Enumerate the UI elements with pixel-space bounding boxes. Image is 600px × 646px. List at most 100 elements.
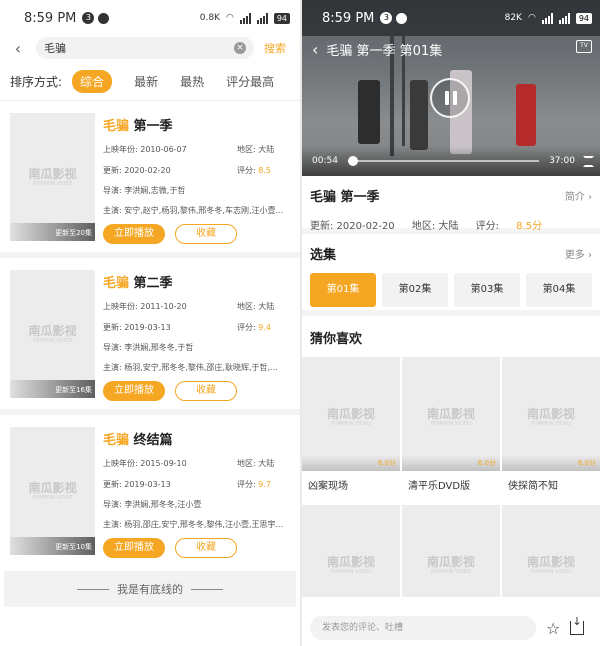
episode-button-3[interactable]: 第03集 [454,273,520,307]
search-input[interactable] [44,41,234,55]
more-episodes-link[interactable]: 更多 › [565,246,592,261]
notification-badge: 3 [82,12,95,24]
video-info: 毛骗 第一季 简介 › 更新: 2020-02-20 地区: 大陆 评分: 8.… [302,176,600,234]
watermark-logo: 南瓜影视 [326,555,375,569]
poster[interactable]: 南瓜影视 PUMPKIN VIDEO 更新至10集 [10,427,95,555]
episode-button-1[interactable]: 第01集 [310,273,376,307]
release-year: 上映年份: 2010-06-07 [103,145,187,154]
recommendation-item[interactable]: 南瓜影视 PUMPKIN VIDEO [402,505,500,597]
watermark-logo: 南瓜影视 [28,167,77,181]
recommendation-grid: 南瓜影视 PUMPKIN VIDEO 6.0分 凶案现场 南瓜影视 PUMPKI… [302,357,600,597]
video-figure [516,84,536,146]
watermark-logo-en: PUMPKIN VIDEO [32,338,73,344]
video-player[interactable]: 8:59 PM 3 82K ◠ 94 ‹ 毛骗 第一季 第01集 TV 00:5… [302,0,600,176]
poster[interactable]: 南瓜影视 PUMPKIN VIDEO 更新至16集 [10,270,95,398]
battery-icon: 94 [575,12,592,24]
recommendations: 猜你喜欢 南瓜影视 PUMPKIN VIDEO 6.0分 凶案现场 南瓜影视 P… [302,316,600,597]
recommendations-title: 猜你喜欢 [310,332,363,347]
sort-option-newest[interactable]: 最新 [134,73,158,90]
release-year: 上映年份: 2015-09-10 [103,459,187,468]
status-time: 8:59 PM [24,10,77,26]
score-value: 9.4 [258,323,271,332]
watermark-logo: 南瓜影视 [28,481,77,495]
search-box[interactable]: × [36,37,254,59]
episode-list: 第01集 第02集 第03集 第04集 [310,273,592,307]
watermark-logo-en: PUMPKIN VIDEO [32,181,73,187]
watermark-logo: 南瓜影视 [28,324,77,338]
watermark-logo: 南瓜影视 [426,555,475,569]
watermark-logo: 南瓜影视 [326,407,375,421]
episode-button-4[interactable]: 第04集 [526,273,592,307]
search-results-panel: 8:59 PM 3 0.8K ◠ 94 ‹ × 搜索 排序方式: 综合 最新 最… [0,0,300,646]
recommendation-item[interactable]: 南瓜影视 PUMPKIN VIDEO [502,505,600,597]
result-card[interactable]: 南瓜影视 PUMPKIN VIDEO 更新至20集 毛骗 第一季 上映年份: 2… [0,101,300,258]
play-now-button[interactable]: 立即播放 [103,538,165,558]
result-card[interactable]: 南瓜影视 PUMPKIN VIDEO 更新至10集 毛骗 终结篇 上映年份: 2… [0,415,300,566]
result-title[interactable]: 毛骗 第二季 [103,272,290,291]
comment-bar: 发表您的评论、吐槽 ☆ [302,610,600,646]
status-time: 8:59 PM [322,10,375,26]
poster[interactable]: 南瓜影视 PUMPKIN VIDEO 6.0分 [302,357,400,471]
poster[interactable]: 南瓜影视 PUMPKIN VIDEO 6.0分 [502,357,600,471]
director: 导演: 李洪娴,邢冬冬,于哲 [103,343,194,352]
back-icon[interactable]: ‹ [312,40,318,59]
clear-icon[interactable]: × [234,42,246,54]
recommendation-item[interactable]: 南瓜影视 PUMPKIN VIDEO 6.0分 清平乐DVD版 [402,357,500,503]
recommendation-item[interactable]: 南瓜影视 PUMPKIN VIDEO 6.0分 侠探简不知 [502,357,600,503]
score-label: 评分: 8.5分 [475,221,543,232]
result-card[interactable]: 南瓜影视 PUMPKIN VIDEO 更新至16集 毛骗 第二季 上映年份: 2… [0,258,300,415]
cast-tv-icon[interactable]: TV [576,40,592,53]
recommendation-name: 侠探简不知 [508,481,558,492]
cast: 主演: 杨羽,安宁,邢冬冬,黎伟,邵庄,耿晓辉,于哲,... [103,363,278,372]
back-button[interactable]: ‹ [0,39,36,58]
favorite-button[interactable]: 收藏 [175,538,237,558]
sort-option-comprehensive[interactable]: 综合 [72,69,113,93]
score-label: 评分: 9.7 [237,480,271,489]
region: 地区: 大陆 [237,145,275,154]
poster[interactable]: 南瓜影视 PUMPKIN VIDEO 6.0分 [402,357,500,471]
watermark-logo-en: PUMPKIN VIDEO [331,569,371,575]
score-badge: 6.0分 [477,459,496,467]
episode-button-2[interactable]: 第02集 [382,273,448,307]
comment-input[interactable]: 发表您的评论、吐槽 [310,616,536,640]
recommendation-item[interactable]: 南瓜影视 PUMPKIN VIDEO [302,505,400,597]
poster[interactable]: 南瓜影视 PUMPKIN VIDEO [502,505,600,597]
video-figure [410,80,428,150]
current-time: 00:54 [312,156,338,166]
pause-button[interactable] [430,78,470,118]
progress-slider[interactable] [347,156,540,166]
download-icon[interactable] [570,615,585,635]
fullscreen-icon[interactable] [583,155,594,167]
result-info: 毛骗 第一季 上映年份: 2010-06-07 地区: 大陆 更新: 2020-0… [103,113,290,252]
updated-date: 更新: 2020-02-20 [310,221,395,232]
result-title[interactable]: 毛骗 终结篇 [103,429,290,448]
update-badge: 更新至16集 [10,380,95,398]
sort-bar: 排序方式: 综合 最新 最热 评分最高 [0,66,300,96]
favorite-button[interactable]: 收藏 [175,381,237,401]
poster[interactable]: 南瓜影视 PUMPKIN VIDEO [302,505,400,597]
meta-row: 上映年份: 2011-10-20 地区: 大陆 [103,301,290,312]
recommendation-name: 清平乐DVD版 [408,481,471,492]
intro-link[interactable]: 简介 › [565,188,592,203]
play-now-button[interactable]: 立即播放 [103,381,165,401]
progress-knob[interactable] [347,156,358,166]
star-icon[interactable]: ☆ [546,619,560,638]
search-button[interactable]: 搜索 [264,40,286,56]
watermark-logo-en: PUMPKIN VIDEO [531,421,571,427]
sort-option-hottest[interactable]: 最热 [180,73,204,90]
poster[interactable]: 南瓜影视 PUMPKIN VIDEO [402,505,500,597]
poster[interactable]: 南瓜影视 PUMPKIN VIDEO 更新至20集 [10,113,95,241]
recommendation-item[interactable]: 南瓜影视 PUMPKIN VIDEO 6.0分 凶案现场 [302,357,400,503]
wifi-icon: ◠ [527,13,536,23]
result-title[interactable]: 毛骗 第一季 [103,115,290,134]
sort-option-top-rated[interactable]: 评分最高 [226,73,274,90]
favorite-button[interactable]: 收藏 [175,224,237,244]
watermark-logo: 南瓜影视 [426,407,475,421]
watermark-logo-en: PUMPKIN VIDEO [32,495,73,501]
play-now-button[interactable]: 立即播放 [103,224,165,244]
release-year: 上映年份: 2011-10-20 [103,302,187,311]
player-status-bar: 8:59 PM 3 82K ◠ 94 [302,0,600,36]
sort-label: 排序方式: [10,74,63,89]
signal-icon-2 [558,12,570,24]
meta-row: 上映年份: 2010-06-07 地区: 大陆 [103,144,290,155]
